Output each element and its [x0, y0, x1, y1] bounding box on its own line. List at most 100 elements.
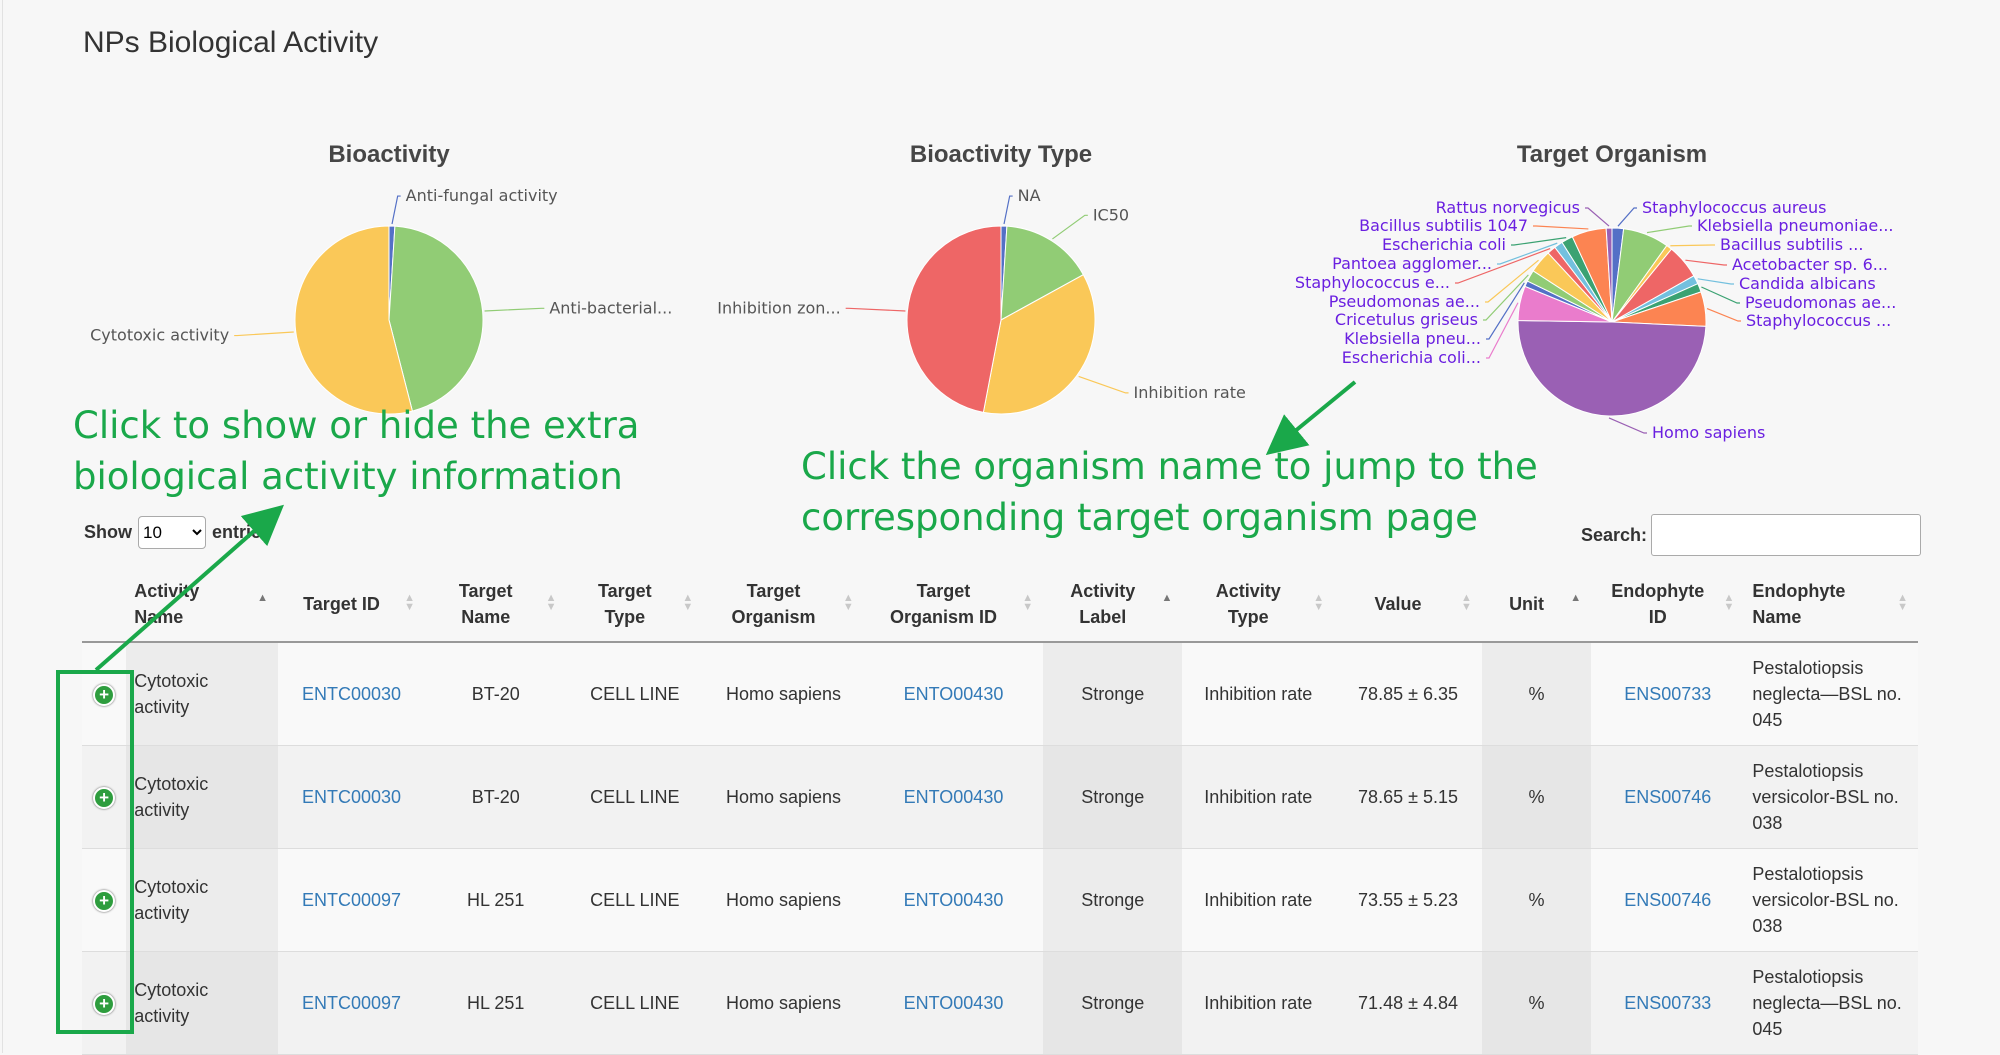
pie-chart-1: Bioactivity Type NA IC50 Inhibition rate Inh…	[717, 141, 1246, 415]
cell-text: Pestalotiopsis	[1752, 658, 1864, 678]
pie-label[interactable]: Pantoea agglomer...	[1332, 254, 1492, 273]
target-id-link[interactable]: ENTC00030	[302, 787, 401, 807]
col-header[interactable]: Activity Name ▲	[126, 566, 278, 643]
col-header[interactable]: Target Organism ▲ ▼	[703, 566, 864, 643]
cell-text: Cytotoxic	[134, 671, 209, 691]
cell-organism[interactable]: Homo sapiens	[703, 642, 864, 746]
endophyte-id-link[interactable]: ENS00733	[1624, 993, 1711, 1013]
pie-label[interactable]: Rattus norvegicus	[1436, 198, 1580, 217]
col-header-label: Endophyte	[1752, 580, 1846, 601]
cell-text: activity	[134, 903, 190, 923]
pie-label[interactable]: Klebsiella pneu...	[1344, 329, 1481, 348]
cell-unit: %	[1481, 745, 1592, 849]
pie-label[interactable]: Pseudomonas ae...	[1329, 292, 1480, 311]
col-header[interactable]: Target Type ▲ ▼	[566, 566, 704, 643]
pie-label[interactable]: Acetobacter sp. 6...	[1732, 255, 1888, 274]
sort-arrows-icon: ▲ ▼	[1022, 592, 1034, 613]
pie-slice[interactable]	[906, 225, 1002, 413]
pie-label[interactable]: Bacillus subtilis ...	[1720, 235, 1863, 254]
pie-label: NA	[1018, 186, 1041, 205]
pie-label[interactable]: Staphylococcus aureus	[1642, 198, 1826, 217]
col-header-label: Activity	[134, 580, 200, 601]
cell-endophyte-id: ENS00733	[1591, 642, 1745, 746]
expand-column-highlight	[56, 670, 134, 1034]
col-header-label: Type	[604, 606, 646, 627]
pie-label[interactable]: Staphylococcus ...	[1746, 311, 1891, 330]
sort-arrows-icon: ▲ ▼	[1897, 592, 1908, 613]
pie-label[interactable]: Escherichia coli...	[1342, 348, 1481, 367]
organism-hint-line-1: Click the organism name to jump to the	[801, 445, 1538, 488]
pie-label[interactable]: Bacillus subtilis 1047	[1359, 216, 1528, 235]
pie-label[interactable]: Escherichia coli	[1382, 235, 1506, 254]
pie-label-line	[234, 331, 294, 337]
cell-text: versicolor-BSL no.	[1752, 890, 1899, 910]
col-header[interactable]: Target Organism ID ▲ ▼	[863, 566, 1044, 643]
cell-text: 038	[1752, 813, 1783, 833]
pie-label[interactable]: Pseudomonas ae...	[1745, 293, 1896, 312]
col-header[interactable]: Unit ▲	[1481, 566, 1592, 643]
pie-label: Cytotoxic activity	[90, 326, 229, 345]
organism-id-link[interactable]: ENTO00430	[904, 993, 1004, 1013]
endophyte-id-link[interactable]: ENS00746	[1624, 787, 1711, 807]
cell-organism[interactable]: Homo sapiens	[703, 951, 864, 1055]
pie-label-line	[1486, 302, 1519, 359]
search-input[interactable]	[1651, 514, 1922, 556]
col-header[interactable]: Activity Type ▲ ▼	[1182, 566, 1335, 643]
cell-organism[interactable]: Homo sapiens	[703, 848, 864, 952]
table-row: + Cytotoxic activity ENTC00097 HL 251 CELL LI…	[82, 951, 1918, 1055]
target-id-link[interactable]: ENTC00097	[302, 890, 401, 910]
cell-organism[interactable]: Homo sapiens	[703, 745, 864, 849]
pie-label-line	[1052, 214, 1088, 240]
cell-activity-type: Inhibition rate	[1182, 642, 1335, 746]
pie-label[interactable]: Candida albicans	[1739, 274, 1876, 293]
page-length-select[interactable]: 10	[138, 516, 206, 549]
pie-label[interactable]: Cricetulus griseus	[1335, 310, 1478, 329]
pie-label: Anti-fungal activity	[406, 186, 558, 205]
col-header[interactable]: Target ID ▲ ▼	[277, 566, 425, 643]
pie-label: Inhibition rate	[1134, 383, 1246, 402]
cell-target-name: BT-20	[425, 745, 567, 849]
sort-arrows-icon: ▲ ▼	[1313, 592, 1325, 613]
pie-label-line	[1646, 225, 1692, 234]
pie-label-line	[1670, 244, 1715, 247]
cell-target-name: HL 251	[425, 951, 567, 1055]
endophyte-id-link[interactable]: ENS00746	[1624, 890, 1711, 910]
pie-label: IC50	[1093, 205, 1129, 224]
col-header-label: Endophyte	[1611, 580, 1705, 601]
pie-label-line	[1697, 278, 1734, 285]
sort-arrows-icon: ▲ ▼	[1723, 592, 1735, 613]
organism-hint-line-2: corresponding target organism page	[801, 496, 1478, 539]
pie-label-line	[1533, 225, 1589, 230]
cell-text: activity	[134, 800, 190, 820]
col-header[interactable]: Endophyte Name ▲ ▼	[1744, 566, 1918, 643]
col-header-label: Activity	[1070, 580, 1136, 601]
cell-organism-id: ENTO00430	[863, 848, 1044, 952]
col-header[interactable]: Endophyte ID ▲ ▼	[1591, 566, 1745, 643]
col-header[interactable]: Target Name ▲ ▼	[425, 566, 567, 643]
pie-label[interactable]: Klebsiella pneumoniae...	[1697, 216, 1894, 235]
pie-slice[interactable]	[1517, 320, 1707, 417]
cell-text: neglecta—BSL no.	[1752, 993, 1902, 1013]
target-id-link[interactable]: ENTC00097	[302, 993, 401, 1013]
cell-text: Pestalotiopsis	[1752, 761, 1864, 781]
cell-text: Pestalotiopsis	[1752, 864, 1864, 884]
col-header[interactable]: Value ▲ ▼	[1334, 566, 1482, 643]
organism-id-link[interactable]: ENTO00430	[904, 890, 1004, 910]
cell-activity: Cytotoxic activity	[126, 848, 278, 952]
endophyte-id-link[interactable]: ENS00733	[1624, 684, 1711, 704]
pie-label[interactable]: Staphylococcus e...	[1295, 273, 1450, 292]
cell-label: Stronge	[1043, 745, 1183, 849]
search-control: Search:	[1581, 514, 1922, 556]
organism-id-link[interactable]: ENTO00430	[904, 684, 1004, 704]
cell-text: 045	[1752, 710, 1783, 730]
cell-unit: %	[1481, 642, 1592, 746]
target-id-link[interactable]: ENTC00030	[302, 684, 401, 704]
chart-title: Bioactivity Type	[910, 141, 1092, 168]
cell-text: Cytotoxic	[134, 774, 209, 794]
pie-label[interactable]: Homo sapiens	[1652, 423, 1765, 442]
pie-label-line	[1511, 237, 1567, 246]
cell-label: Stronge	[1043, 848, 1183, 952]
organism-id-link[interactable]: ENTO00430	[904, 787, 1004, 807]
col-header[interactable]: Activity Label ▲	[1043, 566, 1183, 643]
cell-activity-type: Inhibition rate	[1182, 745, 1335, 849]
